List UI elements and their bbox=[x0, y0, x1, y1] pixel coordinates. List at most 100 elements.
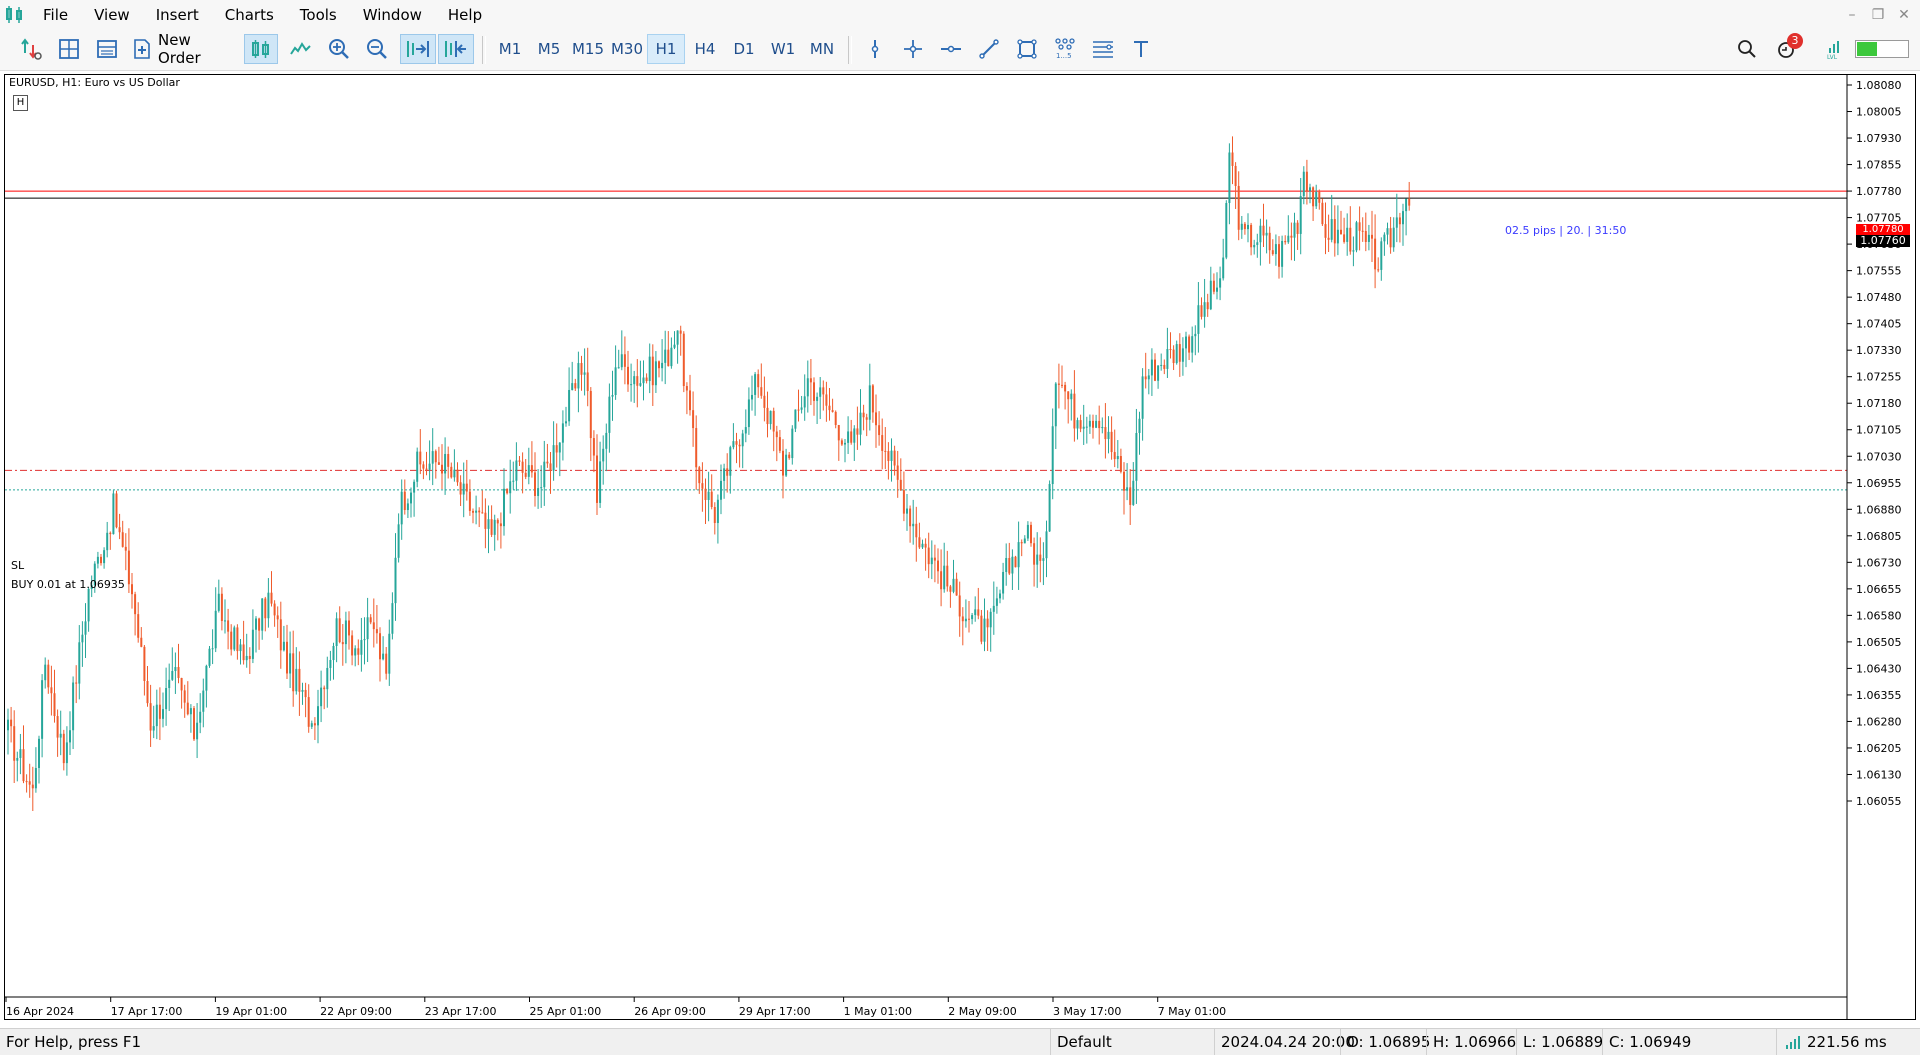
candle-body bbox=[1405, 198, 1408, 212]
search-icon[interactable] bbox=[1732, 34, 1762, 64]
status-profile[interactable]: Default bbox=[1050, 1029, 1217, 1055]
candle-body bbox=[369, 617, 372, 623]
line-chart-icon[interactable] bbox=[284, 34, 318, 64]
profiles-icon[interactable] bbox=[52, 34, 86, 64]
rectangle-icon[interactable] bbox=[1010, 34, 1044, 64]
candle-body bbox=[906, 508, 908, 514]
close-icon[interactable]: ✕ bbox=[1894, 5, 1914, 25]
tf-h1[interactable]: H1 bbox=[647, 34, 685, 64]
menu-help[interactable]: Help bbox=[435, 0, 495, 30]
candle-body bbox=[1371, 234, 1373, 239]
trendline-icon[interactable] bbox=[972, 34, 1006, 64]
price-tick-label: 1.06805 bbox=[1856, 530, 1902, 543]
candle-body bbox=[679, 330, 682, 334]
algo-trading-icon[interactable] bbox=[14, 34, 48, 64]
one-click-h-badge[interactable]: H bbox=[13, 95, 28, 111]
menu-file[interactable]: File bbox=[30, 0, 81, 30]
candle-body bbox=[837, 424, 840, 441]
candlestick-icon[interactable] bbox=[244, 34, 278, 64]
templates-icon[interactable] bbox=[90, 34, 124, 64]
text-icon[interactable] bbox=[1124, 34, 1158, 64]
candle-body bbox=[1154, 359, 1156, 381]
candle-body bbox=[1194, 333, 1197, 337]
candle-body bbox=[1129, 487, 1132, 505]
candle-body bbox=[1398, 217, 1401, 225]
candle-body bbox=[983, 618, 986, 642]
candle-body bbox=[927, 547, 930, 565]
fibonacci-icon[interactable]: 1...5 bbox=[1048, 34, 1082, 64]
candle-body bbox=[763, 395, 766, 408]
candle-body bbox=[413, 481, 416, 493]
candle-body bbox=[1070, 393, 1073, 400]
menu-tools[interactable]: Tools bbox=[287, 0, 350, 30]
candle-body bbox=[394, 557, 397, 604]
candle-body bbox=[1098, 420, 1101, 429]
candle-body bbox=[893, 450, 896, 466]
candle-body bbox=[357, 648, 360, 655]
candle-body bbox=[174, 667, 177, 672]
time-tick-label: 23 Apr 17:00 bbox=[425, 1005, 497, 1018]
vertical-line-icon[interactable] bbox=[858, 34, 892, 64]
candle-body bbox=[183, 690, 186, 703]
candle-body bbox=[760, 387, 763, 396]
candle-body bbox=[1296, 222, 1299, 234]
candle-body bbox=[490, 519, 493, 535]
minimize-icon[interactable]: – bbox=[1842, 5, 1862, 25]
channel-icon[interactable] bbox=[1086, 34, 1120, 64]
candle-body bbox=[1147, 375, 1150, 380]
menu-charts[interactable]: Charts bbox=[212, 0, 287, 30]
candle-body bbox=[354, 648, 357, 656]
autoscroll-icon[interactable] bbox=[400, 34, 436, 64]
tf-m15[interactable]: M15 bbox=[569, 34, 607, 64]
candle-body bbox=[267, 592, 270, 619]
candle-body bbox=[410, 492, 412, 504]
chart-shift-icon[interactable] bbox=[438, 34, 474, 64]
price-tick-label: 1.06655 bbox=[1856, 583, 1902, 596]
candle-body bbox=[924, 543, 927, 548]
candle-body bbox=[1088, 420, 1091, 427]
restore-icon[interactable]: ❐ bbox=[1868, 5, 1888, 25]
price-chart[interactable]: 1.08080 1.08005 1.07930 1.07855 1.07780 1.077… bbox=[5, 75, 1915, 1019]
tf-m1[interactable]: M1 bbox=[491, 34, 529, 64]
crosshair-icon[interactable] bbox=[896, 34, 930, 64]
candle-body bbox=[1172, 349, 1175, 364]
candle-body bbox=[521, 461, 524, 473]
tf-m30[interactable]: M30 bbox=[608, 34, 646, 64]
tf-m5[interactable]: M5 bbox=[530, 34, 568, 64]
candle-body bbox=[143, 646, 146, 681]
candle-body bbox=[81, 634, 84, 643]
candle-body bbox=[636, 376, 639, 386]
price-tick-label: 1.06730 bbox=[1856, 556, 1902, 569]
zoom-in-icon[interactable] bbox=[322, 34, 356, 64]
candle-body bbox=[729, 447, 732, 476]
buy-position-label[interactable]: BUY 0.01 at 1.06935 bbox=[11, 578, 125, 592]
tf-d1[interactable]: D1 bbox=[725, 34, 763, 64]
candle-body bbox=[744, 427, 747, 434]
candle-body bbox=[220, 593, 223, 621]
candle-body bbox=[642, 377, 645, 384]
candle-body bbox=[1101, 427, 1104, 429]
chart-window[interactable]: 1.08080 1.08005 1.07930 1.07855 1.07780 1.077… bbox=[4, 74, 1916, 1020]
candle-body bbox=[822, 387, 825, 395]
svg-text:LVL: LVL bbox=[1827, 54, 1838, 60]
candle-body bbox=[282, 641, 285, 651]
candle-body bbox=[1057, 383, 1060, 385]
price-tick-label: 1.07255 bbox=[1856, 371, 1902, 384]
menu-insert[interactable]: Insert bbox=[143, 0, 212, 30]
candle-body bbox=[651, 356, 654, 386]
candle-body bbox=[1023, 538, 1026, 544]
time-tick-label: 22 Apr 09:00 bbox=[320, 1005, 392, 1018]
candle-body bbox=[1336, 229, 1339, 244]
candle-body bbox=[131, 584, 133, 595]
notifications-icon[interactable]: 3 bbox=[1770, 33, 1804, 64]
candle-body bbox=[1104, 427, 1107, 440]
zoom-out-icon[interactable] bbox=[360, 34, 394, 64]
menu-window[interactable]: Window bbox=[350, 0, 435, 30]
tf-h4[interactable]: H4 bbox=[686, 34, 724, 64]
menu-view[interactable]: View bbox=[81, 0, 143, 30]
tf-w1[interactable]: W1 bbox=[764, 34, 802, 64]
candle-body bbox=[1262, 225, 1265, 236]
new-order-button[interactable]: New Order bbox=[132, 31, 238, 67]
horizontal-line-icon[interactable] bbox=[934, 34, 968, 64]
tf-mn[interactable]: MN bbox=[803, 34, 841, 64]
